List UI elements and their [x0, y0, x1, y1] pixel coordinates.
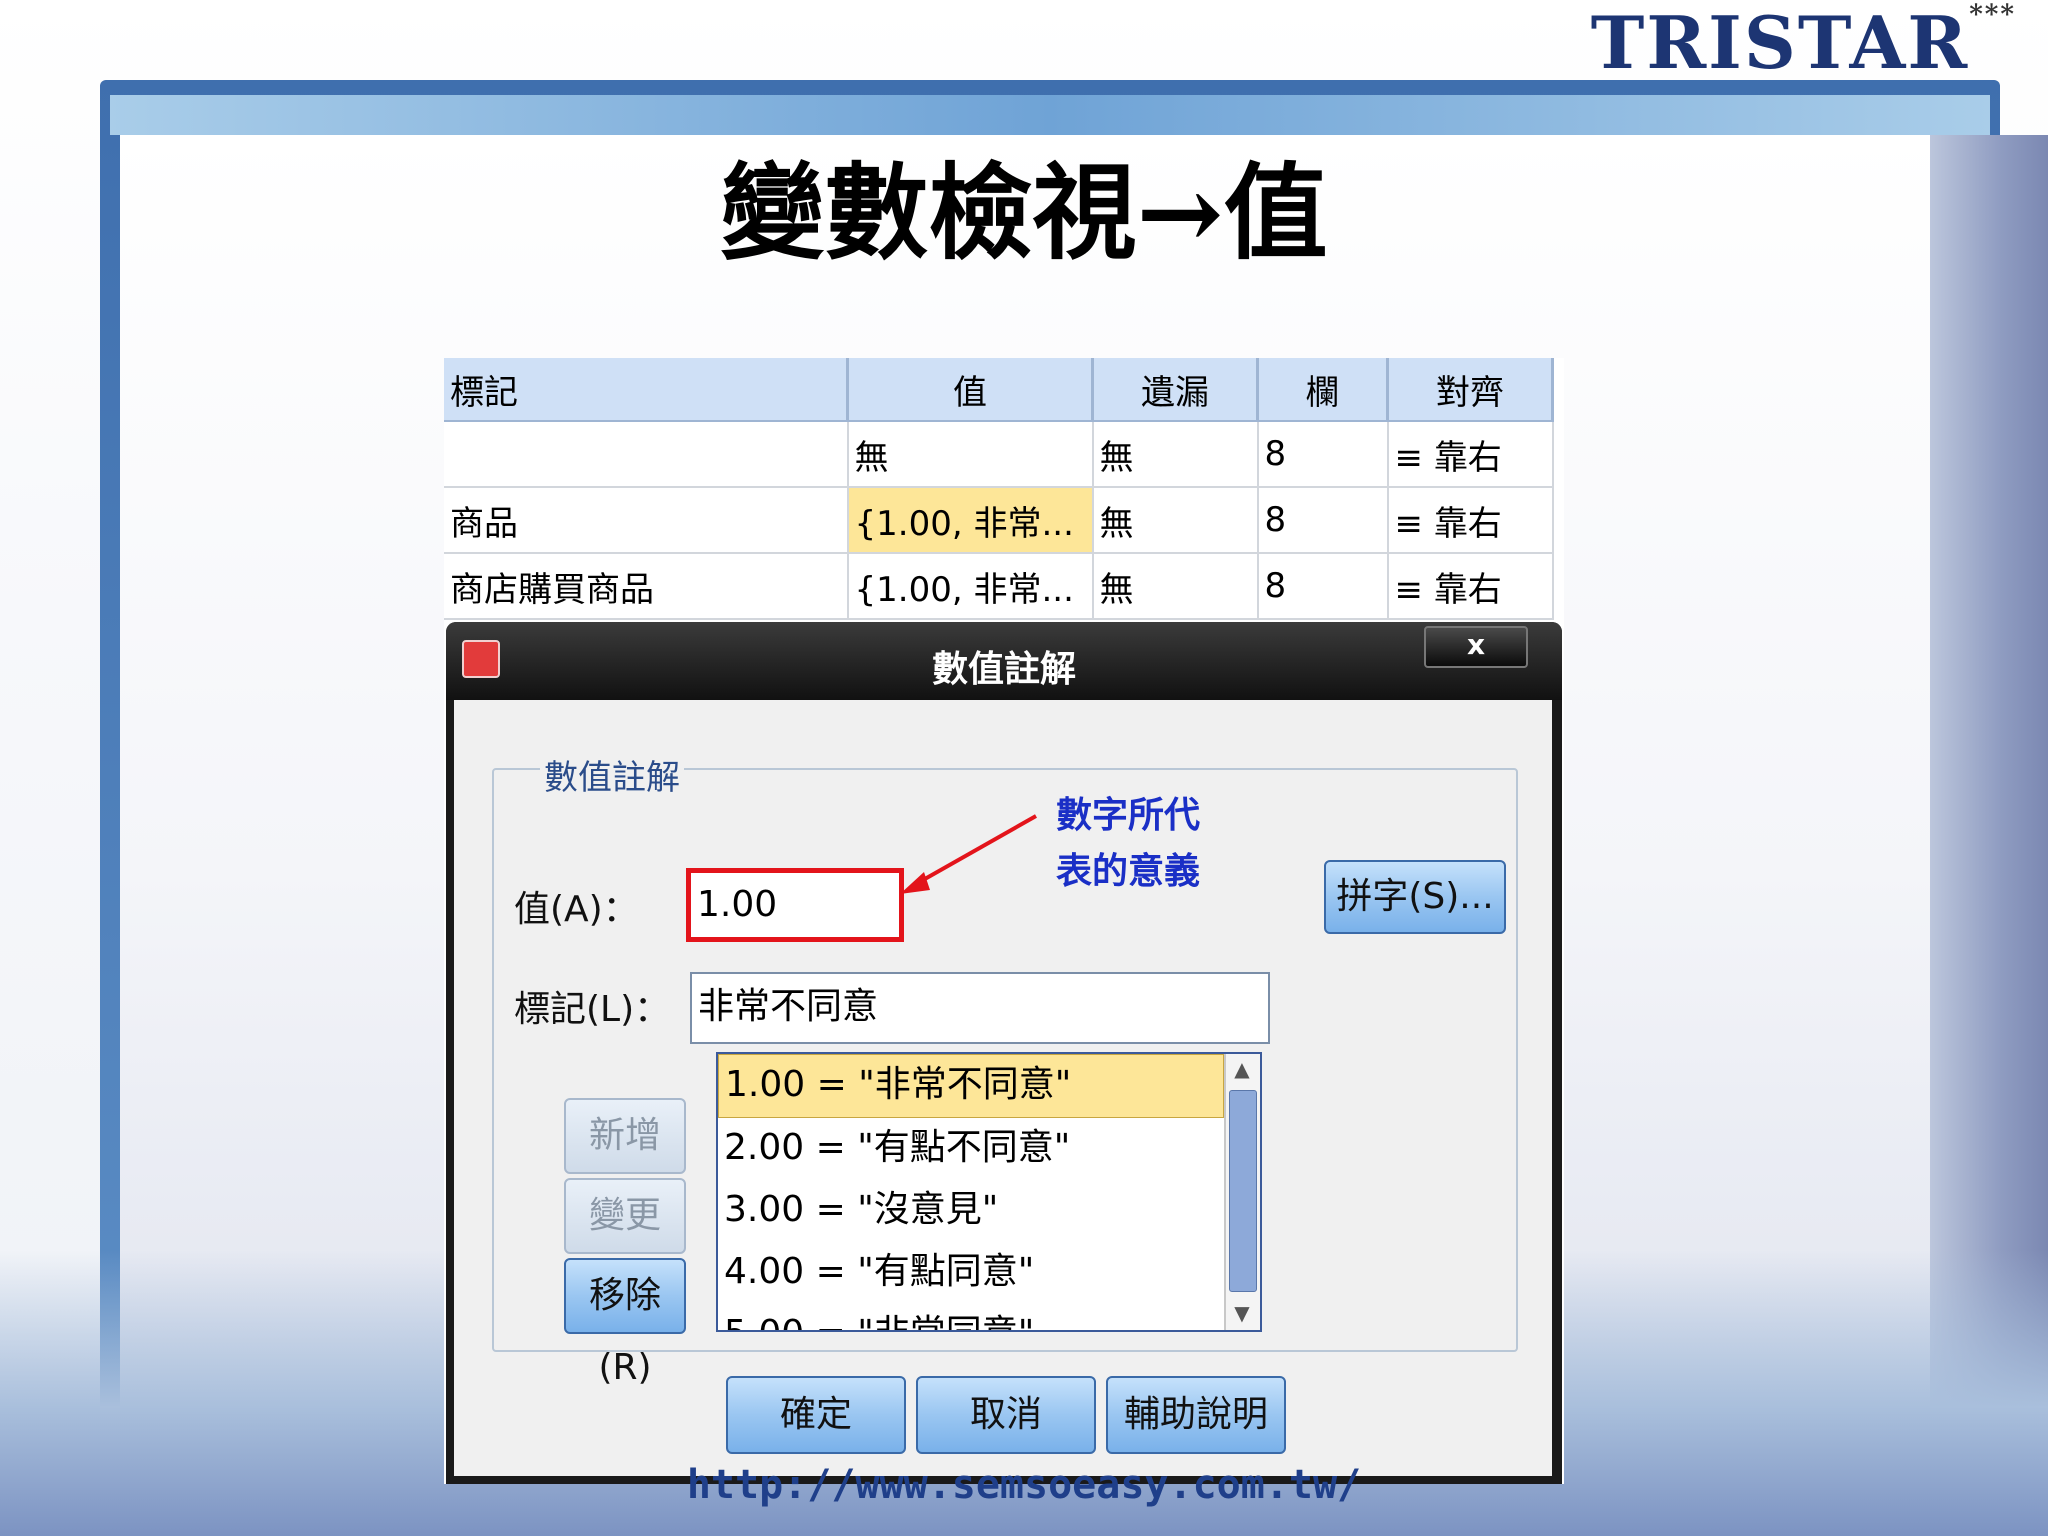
- list-item[interactable]: 2.00 = "有點不同意": [718, 1118, 1260, 1180]
- remove-button[interactable]: 移除(R): [564, 1258, 686, 1388]
- value-labels-dialog: 數值註解 x 數值註解 值(A)： 1.00 數字所代 表的意義 拼字(S)..…: [446, 622, 1562, 1484]
- header-row: 標記 值 遺漏 欄 對齊: [444, 358, 1554, 422]
- cell-values[interactable]: 無: [847, 421, 1094, 488]
- cell-align[interactable]: ≡ 靠右: [1387, 487, 1554, 554]
- table-row: 商店購買商品 {1.00, 非常... 無 8 ≡ 靠右: [444, 553, 1554, 620]
- value-field-label: 值(A)：: [514, 889, 639, 930]
- group-label: 數值註解: [540, 750, 684, 799]
- spelling-button[interactable]: 拼字(S)...: [1324, 860, 1506, 934]
- cell-align[interactable]: ≡ 靠右: [1387, 421, 1554, 488]
- cell-label[interactable]: 商品: [444, 487, 849, 554]
- list-item[interactable]: 1.00 = "非常不同意": [718, 1054, 1224, 1118]
- align-right-icon: ≡: [1394, 503, 1424, 544]
- close-button[interactable]: x: [1424, 626, 1528, 668]
- scroll-up-icon[interactable]: ▲: [1226, 1054, 1258, 1086]
- align-right-icon: ≡: [1394, 437, 1424, 478]
- label-input[interactable]: 非常不同意: [690, 972, 1270, 1044]
- value-input[interactable]: 1.00: [686, 868, 904, 942]
- scroll-thumb[interactable]: [1229, 1090, 1257, 1292]
- cell-missing[interactable]: 無: [1092, 421, 1259, 488]
- align-text: 靠右: [1433, 569, 1502, 610]
- tristar-logo: TRISTAR***: [1591, 0, 2016, 85]
- column-header-missing[interactable]: 遺漏: [1092, 358, 1259, 422]
- dialog-client: 數值註解 值(A)： 1.00 數字所代 表的意義 拼字(S)... 標記(L)…: [454, 700, 1552, 1476]
- list-item[interactable]: 4.00 = "有點同意": [718, 1242, 1260, 1304]
- column-header-values[interactable]: 值: [847, 358, 1094, 422]
- list-scrollbar[interactable]: ▲ ▼: [1224, 1054, 1260, 1330]
- align-text: 靠右: [1433, 503, 1502, 544]
- label-field-label: 標記(L)：: [514, 989, 671, 1030]
- annotation-text: 數字所代 表的意義: [1056, 788, 1200, 900]
- logo-text: TRISTAR: [1590, 0, 1970, 85]
- cell-missing[interactable]: 無: [1092, 553, 1259, 620]
- list-item[interactable]: 3.00 = "沒意見": [718, 1180, 1260, 1242]
- cancel-button[interactable]: 取消: [916, 1376, 1096, 1454]
- table-row: 無 無 8 ≡ 靠右: [444, 421, 1554, 488]
- cell-align[interactable]: ≡ 靠右: [1387, 553, 1554, 620]
- page-title: 變數檢視→值: [720, 151, 1328, 274]
- add-button[interactable]: 新增(A): [564, 1098, 686, 1228]
- cell-label[interactable]: [444, 421, 849, 488]
- column-header-columns[interactable]: 欄: [1257, 358, 1389, 422]
- annotation-line-1: 數字所代: [1056, 795, 1201, 836]
- red-arrow-icon: [900, 814, 1037, 894]
- ok-button[interactable]: 確定: [726, 1376, 906, 1454]
- scroll-down-icon[interactable]: ▼: [1226, 1298, 1258, 1330]
- cell-columns[interactable]: 8: [1257, 553, 1389, 620]
- dialog-title: 數值註解: [931, 649, 1076, 690]
- align-text: 靠右: [1433, 437, 1502, 478]
- table-row: 商品 {1.00, 非常... 無 8 ≡ 靠右: [444, 487, 1554, 554]
- footer-url: http://www.semsoeasy.com.tw/: [686, 1462, 1362, 1508]
- list-item[interactable]: 5.00 = "非常同意": [718, 1304, 1260, 1330]
- value-labels-list[interactable]: 1.00 = "非常不同意" 2.00 = "有點不同意" 3.00 = "沒意…: [716, 1052, 1262, 1332]
- cell-label[interactable]: 商店購買商品: [444, 553, 849, 620]
- help-button[interactable]: 輔助說明: [1106, 1376, 1286, 1454]
- dialog-titlebar[interactable]: 數值註解 x: [446, 622, 1562, 700]
- align-right-icon: ≡: [1394, 569, 1424, 610]
- column-header-align[interactable]: 對齊: [1387, 358, 1554, 422]
- cell-columns[interactable]: 8: [1257, 487, 1389, 554]
- cell-missing[interactable]: 無: [1092, 487, 1259, 554]
- column-header-label[interactable]: 標記: [444, 358, 849, 422]
- cell-values[interactable]: {1.00, 非常...: [847, 553, 1094, 620]
- cell-columns[interactable]: 8: [1257, 421, 1389, 488]
- annotation-line-2: 表的意義: [1056, 851, 1201, 892]
- logo-stars: ***: [1969, 0, 2016, 30]
- change-button[interactable]: 變更(C): [564, 1178, 686, 1308]
- cell-values[interactable]: {1.00, 非常...: [847, 487, 1094, 554]
